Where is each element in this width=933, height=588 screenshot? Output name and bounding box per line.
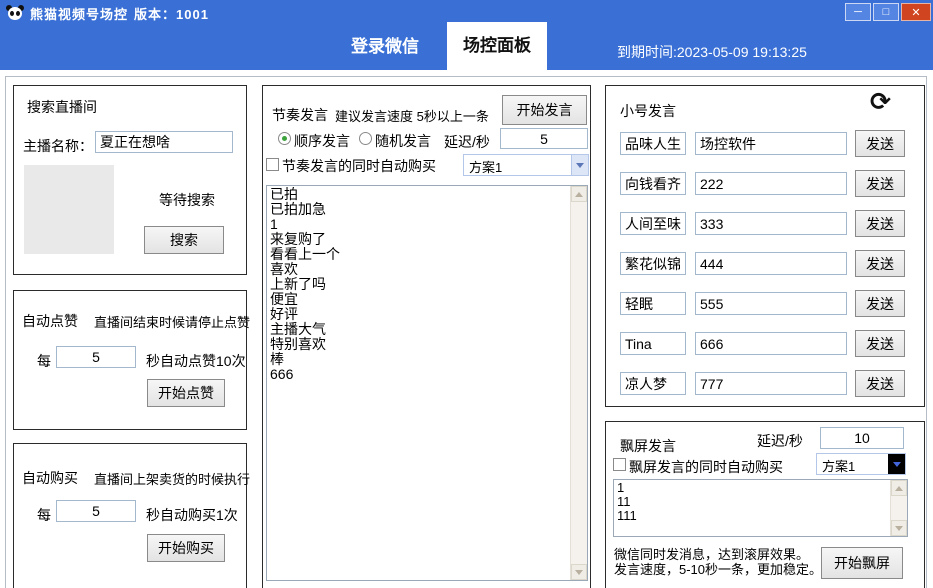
rhythm-delay-input[interactable] bbox=[500, 128, 588, 149]
panda-logo-icon bbox=[6, 5, 24, 21]
auto-buy-hint: 直播间上架卖货的时候执行 bbox=[94, 469, 250, 488]
auto-like-title: 自动点赞 bbox=[22, 311, 78, 331]
rhythm-plan-dropdown-icon[interactable] bbox=[571, 155, 588, 175]
rhythm-delay-label: 延迟/秒 bbox=[444, 132, 490, 152]
float-delay-label: 延迟/秒 bbox=[757, 431, 803, 451]
float-message-list[interactable]: 1 11 111 bbox=[613, 479, 908, 537]
alt-account-panel: 小号发言 ⟳ 发送 发送 发送 发送 发送 发送 发送 bbox=[605, 85, 925, 407]
scroll-down-icon[interactable] bbox=[571, 564, 587, 580]
auto-like-panel: 自动点赞 直播间结束时候请停止点赞 每 秒自动点赞10次 开始点赞 bbox=[13, 290, 247, 430]
auto-like-every-label: 每 bbox=[37, 351, 51, 371]
alt-message-input[interactable] bbox=[695, 212, 847, 235]
rhythm-list-scrollbar[interactable] bbox=[570, 186, 587, 580]
rhythm-plan-value: 方案1 bbox=[469, 157, 502, 176]
anchor-name-label: 主播名称： bbox=[23, 136, 93, 156]
scroll-up-icon[interactable] bbox=[891, 480, 907, 496]
app-version: 版本：1001 bbox=[134, 4, 209, 23]
rhythm-plan-select[interactable]: 方案1 bbox=[463, 154, 589, 176]
float-autobuy-label: 飘屏发言的同时自动购买 bbox=[629, 457, 783, 477]
alt-message-input[interactable] bbox=[695, 252, 847, 275]
auto-buy-title: 自动购买 bbox=[22, 468, 78, 488]
rhythm-title: 节奏发言 bbox=[272, 105, 328, 125]
start-buy-button[interactable]: 开始购买 bbox=[147, 534, 225, 562]
alt-name-input[interactable] bbox=[620, 212, 686, 235]
auto-buy-interval-input[interactable] bbox=[56, 500, 136, 522]
room-thumbnail bbox=[24, 165, 114, 254]
random-speech-radio[interactable] bbox=[359, 132, 372, 145]
rhythm-hint: 建议发言速度 5秒以上一条 bbox=[335, 106, 489, 125]
send-button[interactable]: 发送 bbox=[855, 250, 905, 277]
app-window: 熊猫视频号场控 版本：1001 ─ □ ✕ 登录微信 场控面板 到期时间:202… bbox=[0, 0, 933, 588]
float-screen-panel: 飘屏发言 延迟/秒 飘屏发言的同时自动购买 方案1 1 11 111 微信同时发… bbox=[605, 421, 925, 588]
send-button[interactable]: 发送 bbox=[855, 290, 905, 317]
rhythm-autobuy-label: 节奏发言的同时自动购买 bbox=[282, 156, 436, 176]
auto-like-suffix: 秒自动点赞10次 bbox=[146, 351, 246, 371]
auto-like-interval-input[interactable] bbox=[56, 346, 136, 368]
rhythm-message-text: 已拍 已拍加急 1 来复购了 看看上一个 喜欢 上新了吗 便宜 好评 主播大气 … bbox=[270, 187, 567, 579]
tab-control-panel[interactable]: 场控面板 bbox=[447, 22, 547, 70]
float-message-text: 1 11 111 bbox=[617, 481, 887, 535]
float-plan-value: 方案1 bbox=[822, 456, 855, 475]
float-title: 飘屏发言 bbox=[620, 436, 676, 456]
auto-like-hint: 直播间结束时候请停止点赞 bbox=[94, 312, 250, 331]
send-button[interactable]: 发送 bbox=[855, 370, 905, 397]
random-speech-label: 随机发言 bbox=[375, 131, 431, 151]
float-plan-select[interactable]: 方案1 bbox=[816, 453, 906, 475]
alt-message-input[interactable] bbox=[695, 172, 847, 195]
float-list-scrollbar[interactable] bbox=[890, 480, 907, 536]
close-button[interactable]: ✕ bbox=[901, 3, 931, 21]
sequence-speech-radio[interactable] bbox=[278, 132, 291, 145]
auto-buy-suffix: 秒自动购买1次 bbox=[146, 505, 238, 525]
float-note-line2: 发言速度，5-10秒一条，更加稳定。 bbox=[614, 559, 822, 578]
rhythm-speech-panel: 节奏发言 建议发言速度 5秒以上一条 开始发言 顺序发言 随机发言 延迟/秒 节… bbox=[262, 85, 591, 588]
search-panel-title: 搜索直播间 bbox=[27, 97, 97, 117]
start-like-button[interactable]: 开始点赞 bbox=[147, 379, 225, 407]
alt-name-input[interactable] bbox=[620, 332, 686, 355]
minimize-button[interactable]: ─ bbox=[845, 3, 871, 21]
expire-time-label: 到期时间:2023-05-09 19:13:25 bbox=[617, 42, 807, 62]
start-float-button[interactable]: 开始飘屏 bbox=[821, 547, 903, 579]
float-plan-dropdown-icon[interactable] bbox=[888, 454, 905, 474]
send-button[interactable]: 发送 bbox=[855, 170, 905, 197]
refresh-icon[interactable]: ⟳ bbox=[870, 90, 891, 115]
alt-name-input[interactable] bbox=[620, 172, 686, 195]
alt-message-input[interactable] bbox=[695, 372, 847, 395]
app-title: 熊猫视频号场控 bbox=[30, 4, 128, 23]
titlebar: 熊猫视频号场控 版本：1001 bbox=[6, 3, 209, 23]
alt-name-input[interactable] bbox=[620, 372, 686, 395]
send-button[interactable]: 发送 bbox=[855, 210, 905, 237]
tab-login-wechat[interactable]: 登录微信 bbox=[330, 28, 440, 66]
header-bar: 熊猫视频号场控 版本：1001 ─ □ ✕ 登录微信 场控面板 到期时间:202… bbox=[0, 0, 933, 70]
search-status-label: 等待搜索 bbox=[159, 190, 215, 210]
alt-name-input[interactable] bbox=[620, 292, 686, 315]
maximize-button[interactable]: □ bbox=[873, 3, 899, 21]
float-delay-input[interactable] bbox=[820, 427, 904, 449]
alt-message-input[interactable] bbox=[695, 292, 847, 315]
anchor-name-input[interactable] bbox=[95, 131, 233, 153]
send-button[interactable]: 发送 bbox=[855, 130, 905, 157]
rhythm-autobuy-checkbox[interactable] bbox=[266, 158, 279, 171]
rhythm-message-list[interactable]: 已拍 已拍加急 1 来复购了 看看上一个 喜欢 上新了吗 便宜 好评 主播大气 … bbox=[266, 185, 588, 581]
scroll-down-icon[interactable] bbox=[891, 520, 907, 536]
auto-buy-panel: 自动购买 直播间上架卖货的时候执行 每 秒自动购买1次 开始购买 bbox=[13, 443, 247, 588]
search-live-room-panel: 搜索直播间 主播名称： 等待搜索 搜索 bbox=[13, 85, 247, 275]
auto-buy-every-label: 每 bbox=[37, 505, 51, 525]
search-button[interactable]: 搜索 bbox=[144, 226, 224, 254]
alt-message-input[interactable] bbox=[695, 332, 847, 355]
alt-name-input[interactable] bbox=[620, 132, 686, 155]
alt-account-title: 小号发言 bbox=[620, 101, 676, 121]
float-autobuy-checkbox[interactable] bbox=[613, 458, 626, 471]
scroll-up-icon[interactable] bbox=[571, 186, 587, 202]
send-button[interactable]: 发送 bbox=[855, 330, 905, 357]
sequence-speech-label: 顺序发言 bbox=[294, 131, 350, 151]
start-speech-button[interactable]: 开始发言 bbox=[502, 95, 587, 125]
alt-name-input[interactable] bbox=[620, 252, 686, 275]
alt-message-input[interactable] bbox=[695, 132, 847, 155]
